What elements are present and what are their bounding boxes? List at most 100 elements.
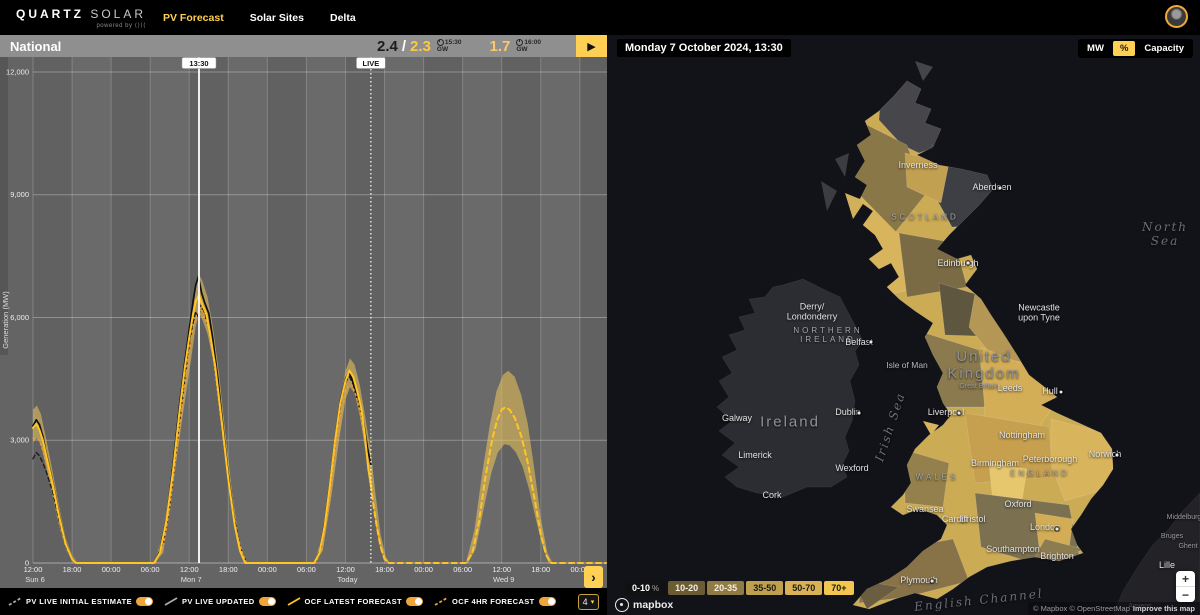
series-toggle[interactable] [539, 597, 556, 606]
ocf-logo-mark: ⟨⟩⟨⟨ [135, 23, 146, 29]
solid-line-icon [164, 596, 178, 607]
map-panel: InvernessAberdeenSCOTLANDEdinburghNewcas… [607, 35, 1200, 615]
page-title: National [0, 39, 61, 54]
pv-actual-value: 2.4 [377, 38, 398, 55]
nav-tabs: PV Forecast Solar Sites Delta [163, 12, 356, 24]
mapbox-icon [615, 598, 629, 612]
legend-items: PV LIVE INITIAL ESTIMATE PV LIVE UPDATED O… [8, 596, 556, 607]
chart-panel: National 2.4 / 2.3 15:30 GW 1.7 16:00 GW… [0, 35, 607, 588]
svg-text:Generation (MW): Generation (MW) [1, 291, 10, 349]
svg-text:06:00: 06:00 [297, 565, 316, 574]
svg-text:Sun 6: Sun 6 [25, 575, 45, 584]
readout-separator: / [402, 38, 406, 55]
map-attribution: © Mapbox © OpenStreetMap Improve this ma… [1028, 602, 1200, 615]
chart-legend-bar: PV LIVE INITIAL ESTIMATE PV LIVE UPDATED O… [0, 588, 607, 615]
svg-text:06:00: 06:00 [141, 565, 160, 574]
series-toggle[interactable] [259, 597, 276, 606]
scale-bucket-10-20[interactable]: 10-20 [668, 581, 705, 595]
legend-item: OCF LATEST FORECAST [287, 596, 423, 607]
uk-map[interactable] [607, 35, 1200, 615]
expand-chart-button[interactable]: › [584, 566, 603, 588]
tab-pv-forecast[interactable]: PV Forecast [163, 12, 224, 24]
forecast-hours-select[interactable]: 4 ▾ [578, 594, 600, 610]
powered-by-label: powered by [96, 23, 132, 29]
svg-text:18:00: 18:00 [219, 565, 238, 574]
unit-option-mw[interactable]: MW [1080, 41, 1111, 56]
forecast-meta: 15:30 GW [437, 39, 462, 53]
forecast-time: 15:30 [445, 39, 462, 46]
chevron-down-icon: ▾ [591, 598, 595, 606]
svg-text:18:00: 18:00 [63, 565, 82, 574]
dashed-line-icon [434, 596, 448, 607]
brand-text: QUARTZ SOLAR powered by ⟨⟩⟨⟨ [16, 7, 146, 29]
next-forecast-value: 1.7 [490, 38, 511, 55]
scale-bucket-0-10[interactable]: 0-10% [625, 581, 666, 595]
map-zoom-control: + − [1176, 571, 1195, 602]
svg-text:06:00: 06:00 [453, 565, 472, 574]
series-toggle[interactable] [136, 597, 153, 606]
tab-delta[interactable]: Delta [330, 12, 356, 24]
legend-item-label: PV LIVE UPDATED [182, 597, 255, 606]
forecast-unit: GW [437, 46, 462, 53]
improve-map-link[interactable]: Improve this map [1133, 604, 1195, 613]
svg-text:9,000: 9,000 [10, 190, 29, 199]
legend-item: PV LIVE INITIAL ESTIMATE [8, 596, 153, 607]
series-toggle[interactable] [406, 597, 423, 606]
svg-text:00:00: 00:00 [102, 565, 121, 574]
tab-solar-sites[interactable]: Solar Sites [250, 12, 304, 24]
unit-option-capacity[interactable]: Capacity [1137, 41, 1191, 56]
scale-bucket-50-70[interactable]: 50-70 [785, 581, 822, 595]
zoom-out-button[interactable]: − [1176, 586, 1195, 602]
svg-text:LIVE: LIVE [363, 59, 380, 68]
svg-text:3,000: 3,000 [10, 436, 29, 445]
top-nav: QUARTZ SOLAR powered by ⟨⟩⟨⟨ PV Forecast… [0, 0, 1200, 35]
svg-text:6,000: 6,000 [10, 313, 29, 322]
generation-readout: 2.4 / 2.3 15:30 GW 1.7 16:00 GW [377, 38, 541, 55]
svg-text:00:00: 00:00 [258, 565, 277, 574]
map-color-scale: 0-10%10-2020-3535-5050-7070+ [625, 581, 854, 595]
legend-item-label: PV LIVE INITIAL ESTIMATE [26, 597, 132, 606]
svg-text:18:00: 18:00 [375, 565, 394, 574]
next-forecast-time: 16:00 [524, 39, 541, 46]
brand-logo: QUARTZ SOLAR powered by ⟨⟩⟨⟨ [0, 7, 141, 29]
legend-item-label: OCF 4HR FORECAST [452, 597, 535, 606]
svg-text:12,000: 12,000 [6, 67, 29, 76]
next-forecast-unit: GW [516, 46, 541, 53]
play-icon: ▶ [587, 40, 595, 53]
mapbox-label: mapbox [633, 599, 673, 611]
clock-icon [516, 39, 523, 46]
svg-text:12:00: 12:00 [336, 565, 355, 574]
dashed-line-icon [8, 596, 22, 607]
legend-item: OCF 4HR FORECAST [434, 596, 556, 607]
play-button[interactable]: ▶ [576, 35, 607, 57]
forecast-value: 2.3 [410, 38, 431, 55]
chart-stripes [33, 57, 607, 563]
scale-bucket-20-35[interactable]: 20-35 [707, 581, 744, 595]
svg-text:Mon 7: Mon 7 [181, 575, 202, 584]
chevron-right-icon: › [591, 569, 596, 585]
svg-text:12:00: 12:00 [180, 565, 199, 574]
legend-item: PV LIVE UPDATED [164, 596, 276, 607]
svg-text:18:00: 18:00 [531, 565, 550, 574]
brand-secondary: SOLAR [90, 7, 146, 21]
svg-text:Wed 9: Wed 9 [493, 575, 515, 584]
chart-header: National 2.4 / 2.3 15:30 GW 1.7 16:00 GW… [0, 35, 607, 57]
scale-bucket-70+[interactable]: 70+ [824, 581, 853, 595]
avatar[interactable] [1165, 5, 1188, 28]
svg-text:13:30: 13:30 [189, 59, 208, 68]
zoom-in-button[interactable]: + [1176, 571, 1195, 586]
scale-bucket-35-50[interactable]: 35-50 [746, 581, 783, 595]
brand-primary: QUARTZ [16, 7, 84, 21]
unit-option-%[interactable]: % [1113, 41, 1135, 56]
svg-text:Today: Today [337, 575, 357, 584]
map-unit-toggle: MW%Capacity [1078, 39, 1193, 58]
mapbox-logo[interactable]: mapbox [615, 598, 673, 612]
generation-chart: 03,0006,0009,00012,000Generation (MW)12:… [0, 57, 607, 588]
svg-text:12:00: 12:00 [492, 565, 511, 574]
svg-text:12:00: 12:00 [24, 565, 43, 574]
clock-icon [437, 39, 444, 46]
forecast-hours-value: 4 [583, 597, 588, 607]
legend-item-label: OCF LATEST FORECAST [305, 597, 402, 606]
svg-text:00:00: 00:00 [414, 565, 433, 574]
solid-line-icon [287, 596, 301, 607]
